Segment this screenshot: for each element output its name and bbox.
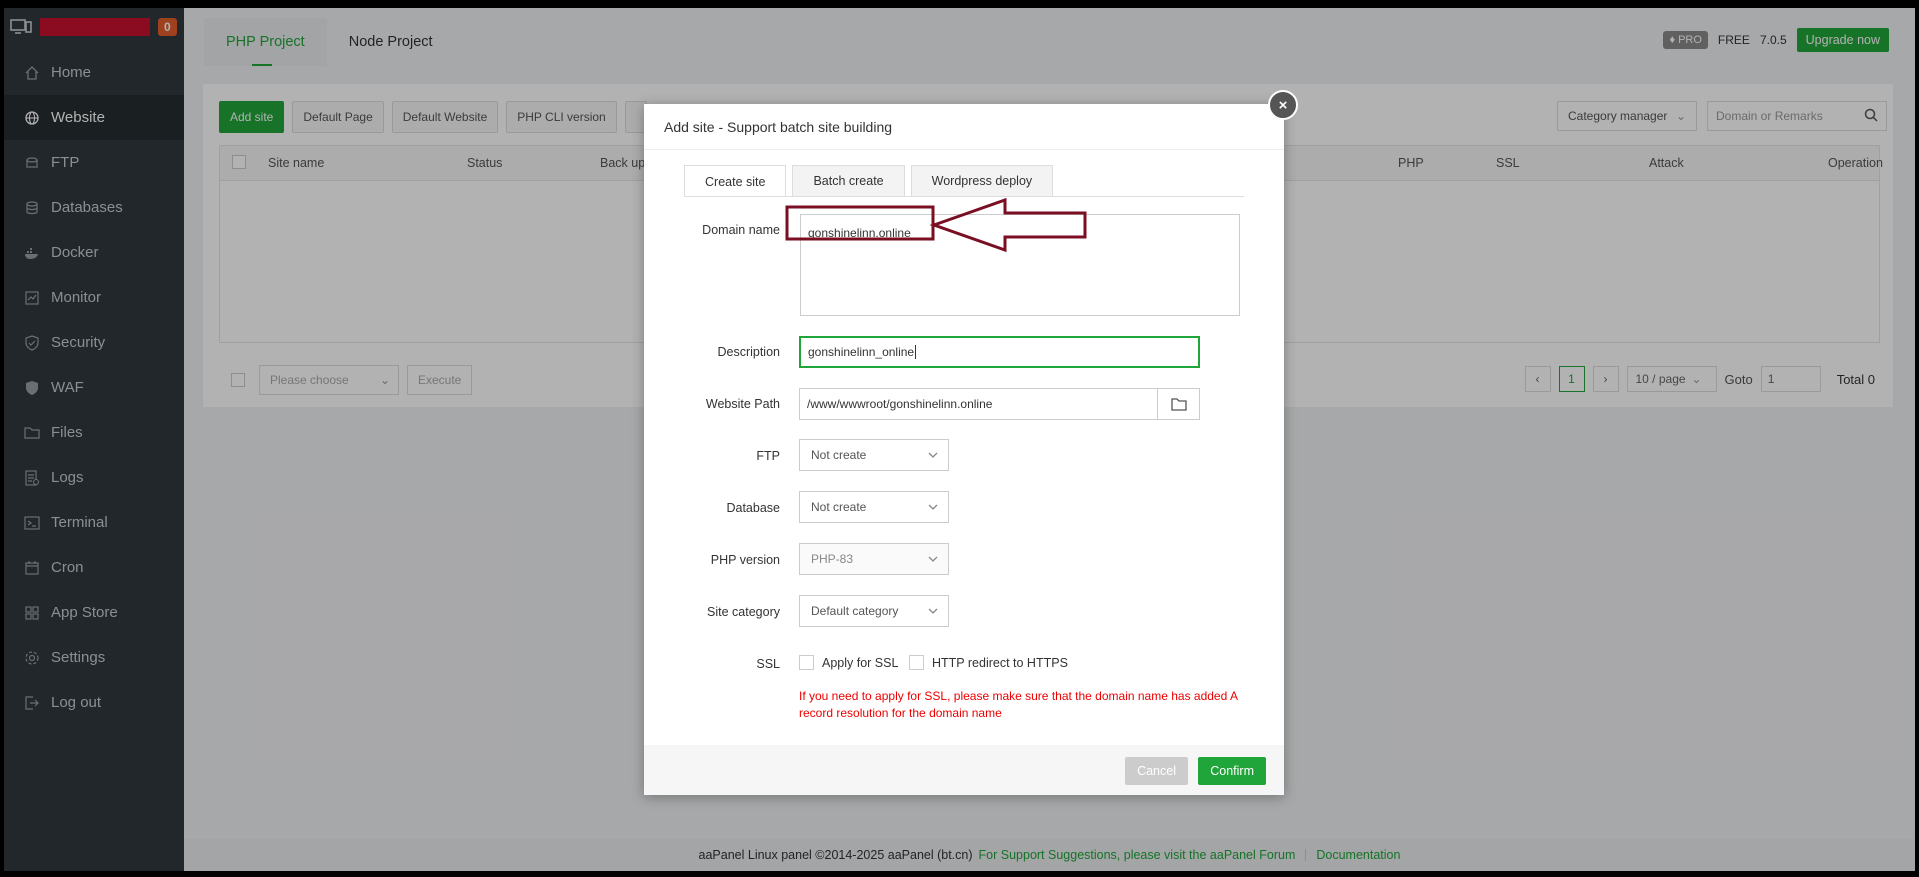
- https-redirect-checkbox[interactable]: [909, 655, 924, 670]
- cancel-button[interactable]: Cancel: [1125, 757, 1188, 785]
- dialog-tabs: Create site Batch create Wordpress deplo…: [684, 165, 1054, 197]
- ftp-label: FTP: [756, 449, 780, 463]
- chevron-down-icon: [928, 553, 938, 567]
- dialog-title: Add site - Support batch site building: [644, 104, 1284, 150]
- tab-create-site[interactable]: Create site: [684, 165, 787, 197]
- https-redirect-option[interactable]: HTTP redirect to HTTPS: [909, 655, 1068, 670]
- php-version-select[interactable]: PHP-83: [799, 543, 949, 575]
- tab-divider: [684, 196, 1244, 197]
- database-value: Not create: [811, 500, 867, 514]
- php-version-value: PHP-83: [811, 552, 854, 566]
- domain-label: Domain name: [702, 223, 780, 237]
- website-path-value: /www/wwwroot/gonshinelinn.online: [807, 397, 993, 411]
- description-label: Description: [717, 345, 780, 359]
- ftp-value: Not create: [811, 448, 867, 462]
- database-select[interactable]: Not create: [799, 491, 949, 523]
- apply-ssl-label: Apply for SSL: [822, 655, 899, 670]
- php-version-label: PHP version: [710, 553, 780, 567]
- chevron-down-icon: [928, 501, 938, 515]
- apply-ssl-option[interactable]: Apply for SSL: [799, 655, 898, 670]
- tab-wordpress-deploy[interactable]: Wordpress deploy: [910, 165, 1054, 196]
- domain-textarea[interactable]: gonshinelinn.online: [800, 214, 1240, 316]
- chevron-down-icon: [928, 605, 938, 619]
- modal-backdrop-sidebar: [4, 8, 184, 871]
- database-label: Database: [726, 501, 780, 515]
- close-icon[interactable]: ×: [1268, 90, 1298, 120]
- site-category-label: Site category: [707, 605, 780, 619]
- domain-value: gonshinelinn.online: [808, 226, 911, 240]
- text-caret: [915, 345, 917, 359]
- ftp-select[interactable]: Not create: [799, 439, 949, 471]
- dialog-footer: Cancel Confirm: [644, 745, 1284, 795]
- ssl-label: SSL: [756, 657, 780, 671]
- site-category-select[interactable]: Default category: [799, 595, 949, 627]
- apply-ssl-checkbox[interactable]: [799, 655, 814, 670]
- website-path-input[interactable]: /www/wwwroot/gonshinelinn.online: [799, 388, 1200, 420]
- add-site-dialog: Add site - Support batch site building ×…: [644, 90, 1298, 795]
- description-value: gonshinelinn_online: [808, 345, 915, 359]
- chevron-down-icon: [928, 449, 938, 463]
- website-path-label: Website Path: [705, 397, 780, 411]
- tab-batch-create[interactable]: Batch create: [792, 165, 905, 196]
- site-category-value: Default category: [811, 604, 899, 618]
- https-redirect-label: HTTP redirect to HTTPS: [932, 655, 1068, 670]
- ssl-warning-text: If you need to apply for SSL, please mak…: [799, 689, 1238, 720]
- app-frame: 0 Home Website FTP Databases Docker Moni…: [4, 8, 1915, 871]
- confirm-button[interactable]: Confirm: [1198, 757, 1266, 785]
- description-input[interactable]: gonshinelinn_online: [799, 336, 1200, 368]
- folder-browse-icon[interactable]: [1157, 389, 1199, 419]
